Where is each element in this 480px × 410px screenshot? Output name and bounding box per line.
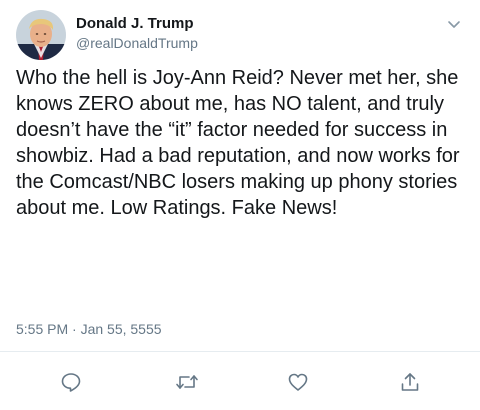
chevron-down-icon[interactable] — [446, 16, 462, 32]
tweet-actions — [0, 360, 480, 400]
tweet-text: Who the hell is Joy-Ann Reid? Never met … — [16, 67, 460, 219]
tweet-card: Donald J. Trump @realDonaldTrump Who the… — [0, 0, 480, 410]
author-names: Donald J. Trump @realDonaldTrump — [76, 15, 198, 53]
reply-icon[interactable] — [57, 368, 85, 396]
user-handle[interactable]: @realDonaldTrump — [76, 33, 198, 53]
tweet-header: Donald J. Trump @realDonaldTrump — [16, 10, 464, 62]
retweet-icon[interactable] — [173, 368, 201, 396]
display-name[interactable]: Donald J. Trump — [76, 15, 198, 33]
tweet-timestamp[interactable]: 5:55 PM · Jan 55, 5555 — [16, 320, 162, 338]
share-icon[interactable] — [396, 368, 424, 396]
avatar[interactable] — [16, 10, 66, 60]
divider — [0, 351, 480, 352]
heart-icon[interactable] — [284, 368, 312, 396]
